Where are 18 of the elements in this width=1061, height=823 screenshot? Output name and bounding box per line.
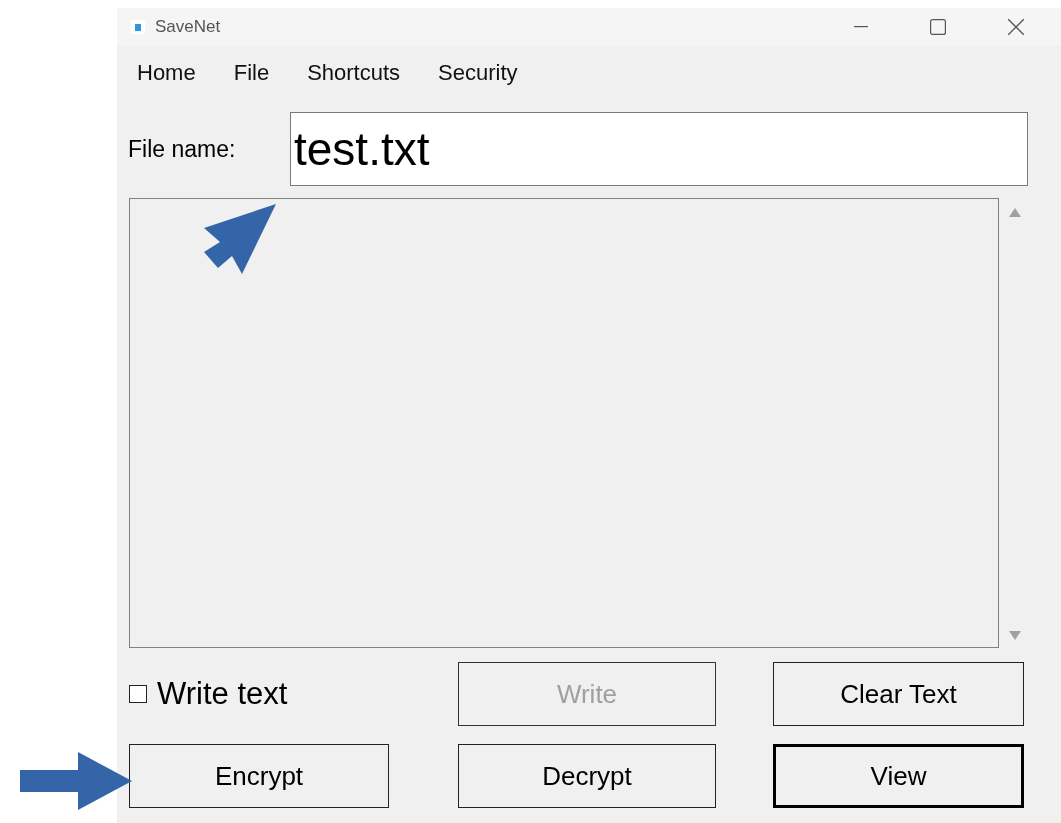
menu-item[interactable]: Shortcuts [307, 60, 401, 94]
file-name-field[interactable]: test.txt [290, 112, 1028, 186]
app-icon [131, 20, 145, 34]
encrypt-button[interactable]: Encrypt [129, 744, 389, 808]
field-label: File name: [128, 135, 237, 163]
decrypt-button[interactable]: Decrypt [458, 744, 716, 808]
menu-item[interactable]: File [233, 60, 270, 94]
arrow-icon [20, 752, 132, 810]
clear-text-button[interactable]: Clear Text [773, 662, 1024, 726]
menu-item[interactable]: Security [438, 60, 518, 94]
checkbox-label[interactable]: Write text [157, 676, 288, 712]
menu-item[interactable]: Home [137, 60, 196, 94]
close-icon[interactable] [1008, 19, 1024, 35]
view-button[interactable]: View [773, 744, 1024, 808]
maximize-icon[interactable] [930, 19, 946, 35]
minimize-icon[interactable] [854, 26, 868, 28]
window-title: SaveNet [155, 17, 221, 37]
checkbox[interactable] [129, 685, 147, 703]
